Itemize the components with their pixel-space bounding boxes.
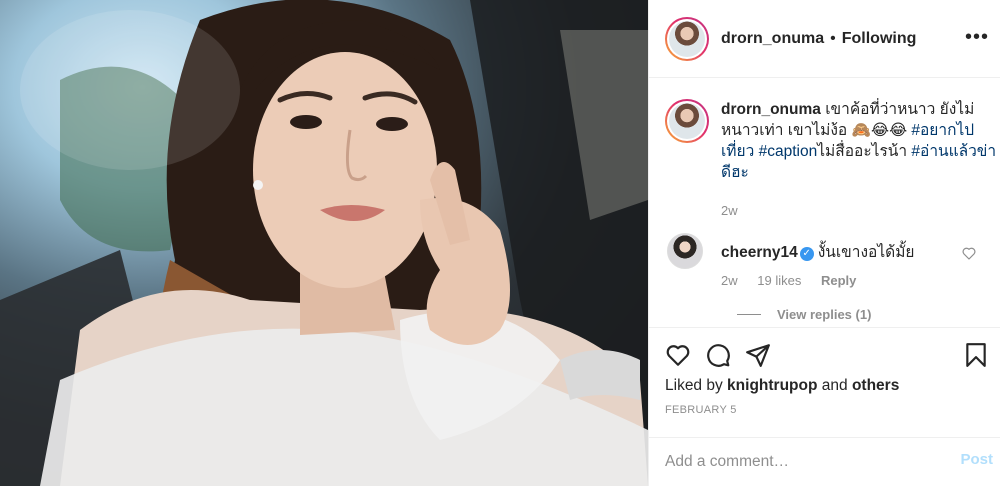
replies-divider <box>737 314 761 315</box>
post-date[interactable]: FEBRUARY 5 <box>665 404 737 416</box>
liked-by-prefix: Liked by <box>665 377 723 394</box>
comment-meta: 2w 19 likes Reply <box>721 273 872 288</box>
post-header: drorn_onuma • Following ••• <box>649 0 1000 78</box>
heart-icon[interactable] <box>665 342 691 368</box>
post-image[interactable] <box>0 0 648 486</box>
profile-avatar[interactable] <box>665 16 709 61</box>
hashtag-link[interactable]: #caption <box>759 143 818 160</box>
view-replies-button[interactable]: View replies (1) <box>737 307 871 322</box>
view-replies-label: View replies (1) <box>777 307 872 322</box>
post-actions: Liked by knightrupop and others FEBRUARY… <box>649 327 1000 437</box>
post-comment-button[interactable]: Post <box>960 451 993 468</box>
avatar-image <box>669 20 705 57</box>
liked-by: Liked by knightrupop and others <box>665 377 899 395</box>
caption-avatar[interactable] <box>665 99 709 143</box>
more-horizontal-icon[interactable]: ••• <box>965 27 989 47</box>
post-side-panel: drorn_onuma • Following ••• drorn_onuma … <box>648 0 1000 486</box>
comment-text: cheerny14 ✓ งั้นเขางอได้มั้ย <box>721 239 915 264</box>
comment-body: งั้นเขางอได้มั้ย <box>817 244 915 261</box>
following-button[interactable]: Following <box>842 30 917 48</box>
add-comment-bar: Post <box>649 437 1000 486</box>
comment-icon[interactable] <box>705 342 731 368</box>
comment-likes[interactable]: 19 likes <box>757 273 801 288</box>
liked-by-user[interactable]: knightrupop <box>727 377 817 394</box>
avatar-image <box>669 103 705 139</box>
share-icon[interactable] <box>745 342 771 368</box>
caption-text: drorn_onuma เขาค้อที่ว่าหนาว ยังไม่หนาวเ… <box>721 99 997 183</box>
commenter-username[interactable]: cheerny14 <box>721 244 798 261</box>
comment-like-heart-icon[interactable] <box>961 245 977 261</box>
caption-body: ไม่สื่ออะไรน้า <box>817 143 908 160</box>
commenter-avatar[interactable] <box>667 233 703 269</box>
header-username[interactable]: drorn_onuma <box>721 30 824 48</box>
verified-badge-icon: ✓ <box>799 247 814 261</box>
liked-by-others[interactable]: others <box>852 377 899 394</box>
comments-section[interactable]: drorn_onuma เขาค้อที่ว่าหนาว ยังไม่หนาวเ… <box>649 79 1000 327</box>
caption-username[interactable]: drorn_onuma <box>721 101 821 118</box>
caption-timestamp[interactable]: 2w <box>721 203 738 218</box>
comment-timestamp[interactable]: 2w <box>721 273 738 288</box>
liked-by-connector: and <box>821 377 848 394</box>
selfie-photo <box>0 0 648 486</box>
header-separator: • <box>830 29 836 47</box>
add-comment-input[interactable] <box>665 450 935 474</box>
reply-button[interactable]: Reply <box>821 273 856 288</box>
bookmark-icon[interactable] <box>963 342 989 368</box>
